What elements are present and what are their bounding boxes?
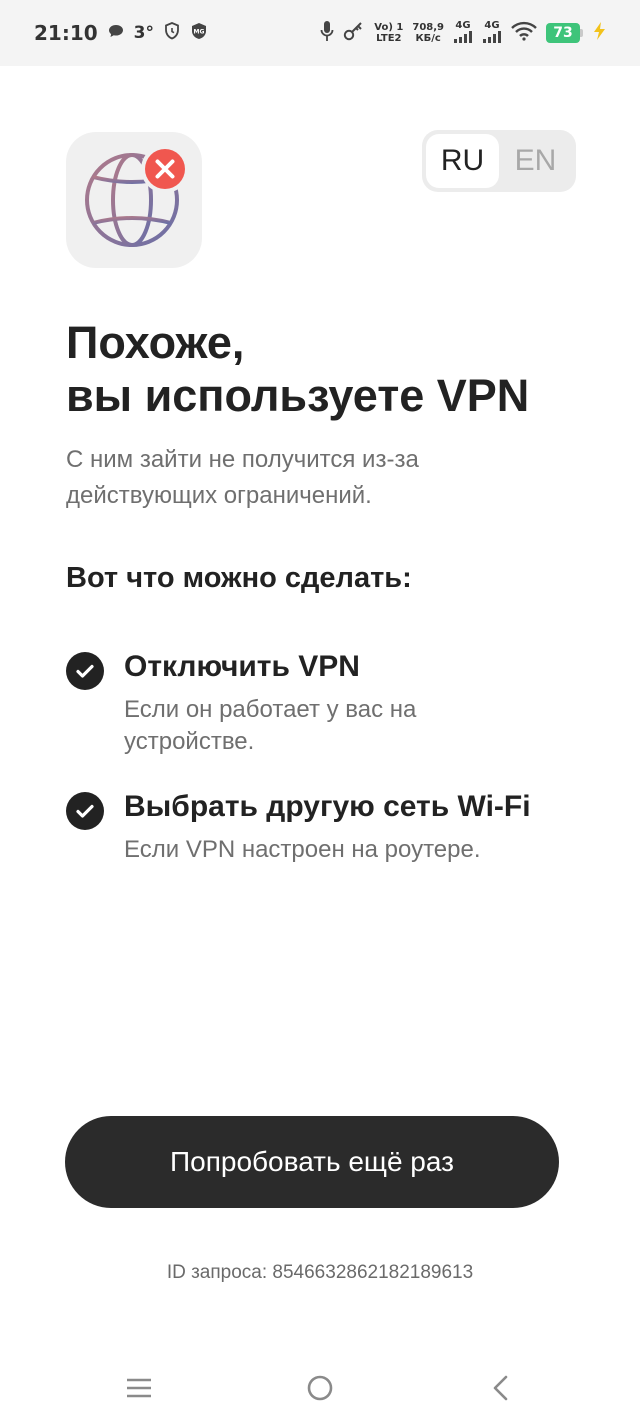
battery-indicator: 73	[546, 23, 583, 43]
status-temperature: 3°	[133, 23, 155, 43]
wifi-icon	[511, 21, 537, 45]
signal-sim1: 4G	[453, 20, 473, 46]
tip-title: Выбрать другую сеть Wi-Fi	[124, 790, 531, 823]
check-circle-icon	[66, 792, 104, 830]
vpn-warning-illustration	[66, 132, 202, 268]
request-id: ID запроса: 8546632862182189613	[166, 1262, 474, 1283]
network-speed: 708,9 КБ/с	[412, 22, 444, 44]
speed-value: 708,9	[412, 22, 444, 33]
battery-tip	[580, 29, 583, 37]
tip-change-wifi: Выбрать другую сеть Wi-Fi Если VPN настр…	[66, 790, 586, 870]
volte-line2: LTE2	[376, 33, 402, 44]
language-option-en[interactable]: EN	[499, 134, 572, 188]
retry-button[interactable]: Попробовать ещё раз	[65, 1116, 559, 1208]
tip-title: Отключить VPN	[124, 650, 360, 683]
section-title: Вот что можно сделать:	[66, 562, 412, 594]
svg-text:MG: MG	[194, 29, 205, 36]
chat-bubble-icon	[108, 23, 124, 43]
back-chevron-icon[interactable]	[481, 1368, 521, 1408]
net1-label: 4G	[455, 20, 471, 31]
page-title-line2: вы используете VPN	[66, 370, 530, 421]
microphone-icon	[320, 20, 334, 46]
net2-label: 4G	[484, 20, 500, 31]
battery-level: 73	[546, 23, 580, 43]
globe-with-error-icon	[85, 145, 189, 247]
page-subtitle: С ним зайти не получится из-за действующ…	[66, 446, 419, 509]
status-bar-right: Vo) 1 LTE2 708,9 КБ/с 4G 4G 73	[320, 20, 606, 46]
charging-bolt-icon	[592, 21, 606, 45]
page-title-line1: Похоже,	[66, 317, 245, 368]
signal-bars-icon	[483, 31, 501, 43]
home-circle-icon[interactable]	[300, 1368, 340, 1408]
status-bar-left: 21:10 3° MG	[34, 21, 208, 45]
mg-badge-icon: MG	[190, 22, 208, 44]
key-icon	[343, 21, 365, 45]
volte-line1: Vo) 1	[374, 22, 404, 33]
language-option-ru[interactable]: RU	[426, 134, 499, 188]
volte-indicator: Vo) 1 LTE2	[374, 22, 403, 44]
tip-disable-vpn: Отключить VPN Если он работает у вас на …	[66, 650, 586, 760]
page-title: Похоже, вы используете VPN	[66, 316, 586, 422]
shield-clock-icon	[164, 22, 180, 44]
status-time: 21:10	[34, 21, 98, 45]
signal-bars-icon	[454, 31, 472, 43]
language-switch: RU EN	[422, 130, 576, 192]
status-bar: 21:10 3° MG Vo) 1 LTE2 708,9 КБ/с 4G 4G …	[0, 0, 640, 66]
tip-description: Если VPN настроен на роутере.	[124, 836, 481, 863]
check-circle-icon	[66, 652, 104, 690]
system-navigation-bar	[0, 1350, 640, 1418]
tip-description: Если он работает у вас на устройстве.	[124, 696, 417, 755]
signal-sim2: 4G	[482, 20, 502, 46]
menu-icon[interactable]	[119, 1368, 159, 1408]
speed-unit: КБ/с	[415, 33, 441, 44]
